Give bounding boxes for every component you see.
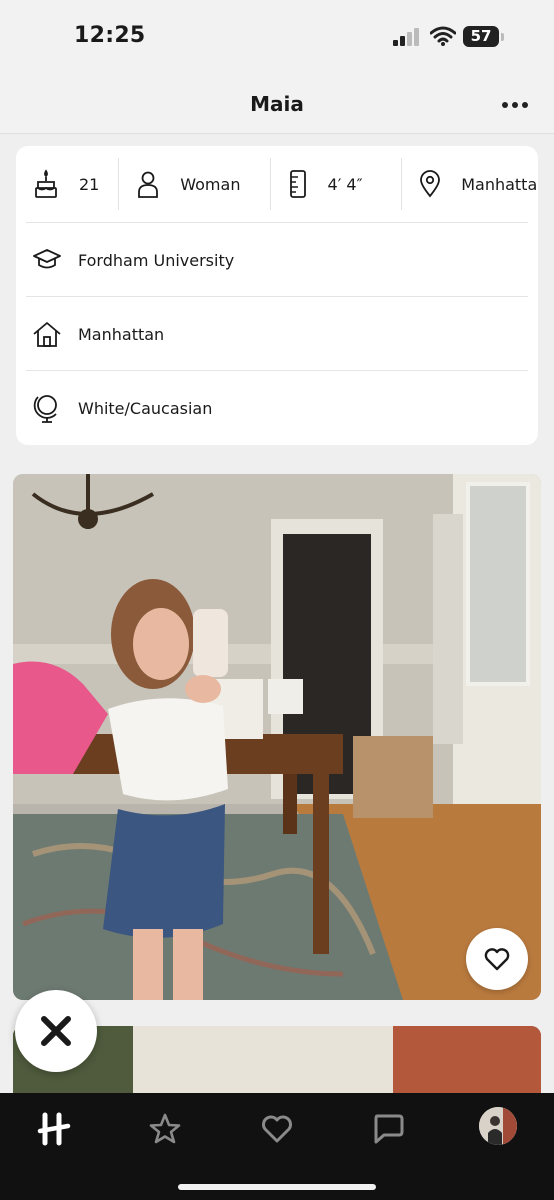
tab-likes[interactable]	[255, 1107, 299, 1151]
vitals-row[interactable]: 21 Woman 4′ 4″ Manhattan	[16, 146, 538, 222]
house-icon	[33, 322, 61, 347]
battery-nub	[501, 33, 504, 41]
star-icon	[149, 1113, 181, 1144]
heart-icon	[262, 1115, 292, 1143]
cake-icon	[35, 169, 57, 198]
profile-photo[interactable]	[13, 474, 541, 1000]
wifi-icon	[430, 26, 456, 46]
detail-row-school: Fordham University	[26, 222, 528, 297]
status-time: 12:25	[74, 23, 146, 48]
hinge-logo-icon	[37, 1112, 71, 1146]
page-title: Maia	[250, 92, 304, 116]
avatar	[479, 1107, 517, 1145]
more-options-button[interactable]	[500, 90, 530, 120]
photo-illustration	[13, 474, 541, 1000]
tab-discover[interactable]	[32, 1107, 76, 1151]
location-label: Manhattan	[461, 174, 538, 194]
detail-row-ethnicity: White/Caucasian	[26, 370, 528, 445]
tab-standouts[interactable]	[143, 1107, 187, 1151]
person-icon	[138, 171, 159, 198]
gender-chip: Woman	[119, 158, 271, 210]
ruler-icon	[289, 170, 306, 198]
height-chip: 4′ 4″	[271, 158, 403, 210]
skip-button[interactable]	[15, 990, 97, 1072]
age-label: 21	[79, 174, 100, 194]
hometown-label: Manhattan	[78, 324, 165, 344]
chat-icon	[374, 1114, 404, 1144]
globe-icon	[33, 395, 57, 423]
graduation-cap-icon	[33, 249, 61, 269]
close-icon	[41, 1016, 71, 1046]
profile-info-card: 21 Woman 4′ 4″ Manhattan	[16, 146, 538, 445]
heart-icon	[484, 948, 510, 971]
status-bar: 12:25 57	[0, 0, 554, 78]
height-label: 4′ 4″	[327, 174, 363, 194]
ethnicity-label: White/Caucasian	[78, 398, 213, 418]
gender-label: Woman	[180, 174, 241, 194]
home-indicator	[178, 1184, 376, 1190]
school-label: Fordham University	[78, 250, 235, 270]
profile-header: Maia	[0, 78, 554, 134]
cellular-signal-icon	[393, 28, 419, 46]
age-chip: 21	[16, 158, 120, 210]
like-photo-button[interactable]	[466, 928, 528, 990]
location-pin-icon	[420, 170, 441, 198]
tab-profile-avatar[interactable]	[479, 1107, 517, 1145]
battery-indicator: 57	[463, 26, 499, 47]
location-chip: Manhattan	[402, 158, 538, 210]
detail-row-hometown: Manhattan	[26, 296, 528, 371]
tab-matches[interactable]	[366, 1107, 410, 1151]
ellipsis-icon	[502, 102, 508, 108]
